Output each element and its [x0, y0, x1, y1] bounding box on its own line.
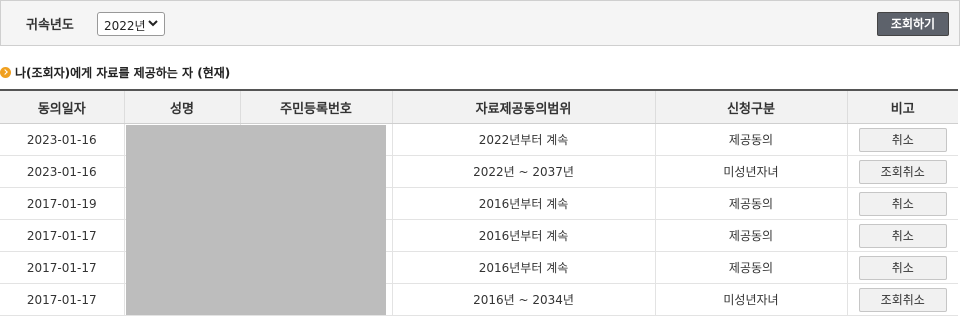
cell-scope: 2016년부터 계속	[391, 187, 655, 220]
cell-type: 제공동의	[654, 251, 847, 284]
section-title-text: 나(조회자)에게 자료를 제공하는 자 (현재)	[15, 65, 231, 80]
cell-scope: 2022년부터 계속	[391, 123, 655, 156]
cancel-button[interactable]: 취소	[858, 127, 947, 152]
cell-date: 2017-01-17	[0, 219, 124, 252]
cell-action: 취소	[846, 187, 958, 220]
cancel-inquiry-button[interactable]: 조회취소	[858, 159, 947, 184]
header-remarks: 비고	[846, 89, 958, 124]
cell-type: 제공동의	[654, 187, 847, 220]
cancel-button[interactable]: 취소	[858, 223, 947, 248]
header-name: 성명	[123, 89, 240, 124]
cancel-button[interactable]: 취소	[858, 255, 947, 280]
cell-type: 미성년자녀	[654, 155, 847, 188]
cell-type: 제공동의	[654, 123, 847, 156]
year-select-value: 2022년	[104, 19, 146, 33]
cell-date: 2017-01-17	[0, 283, 124, 316]
header-consent-scope: 자료제공동의범위	[391, 89, 655, 124]
cell-scope: 2022년 ~ 2037년	[391, 155, 655, 188]
chevron-down-icon	[148, 20, 158, 27]
section-title: 나(조회자)에게 자료를 제공하는 자 (현재)	[0, 64, 230, 80]
header-consent-date: 동의일자	[0, 89, 124, 124]
header-resident-number: 주민등록번호	[239, 89, 392, 124]
cell-action: 취소	[846, 219, 958, 252]
header-request-type: 신청구분	[654, 89, 847, 124]
cell-scope: 2016년부터 계속	[391, 251, 655, 284]
filter-bar: 귀속년도 2022년 조회하기	[0, 0, 960, 46]
cell-date: 2023-01-16	[0, 123, 124, 156]
cell-type: 제공동의	[654, 219, 847, 252]
cell-scope: 2016년 ~ 2034년	[391, 283, 655, 316]
cancel-button[interactable]: 취소	[858, 191, 947, 216]
table-header-row: 동의일자 성명 주민등록번호 자료제공동의범위 신청구분 비고	[0, 89, 958, 124]
bullet-arrow-icon	[0, 66, 11, 78]
redaction-mask	[126, 125, 386, 315]
search-button[interactable]: 조회하기	[877, 12, 949, 36]
cell-type: 미성년자녀	[654, 283, 847, 316]
cell-action: 취소	[846, 123, 958, 156]
year-label: 귀속년도	[26, 18, 74, 33]
cell-date: 2017-01-17	[0, 251, 124, 284]
cell-scope: 2016년부터 계속	[391, 219, 655, 252]
cell-action: 조회취소	[846, 283, 958, 316]
cell-action: 조회취소	[846, 155, 958, 188]
cancel-inquiry-button[interactable]: 조회취소	[858, 287, 947, 312]
cell-date: 2017-01-19	[0, 187, 124, 220]
cell-action: 취소	[846, 251, 958, 284]
cell-date: 2023-01-16	[0, 155, 124, 188]
year-select[interactable]: 2022년	[97, 12, 165, 36]
